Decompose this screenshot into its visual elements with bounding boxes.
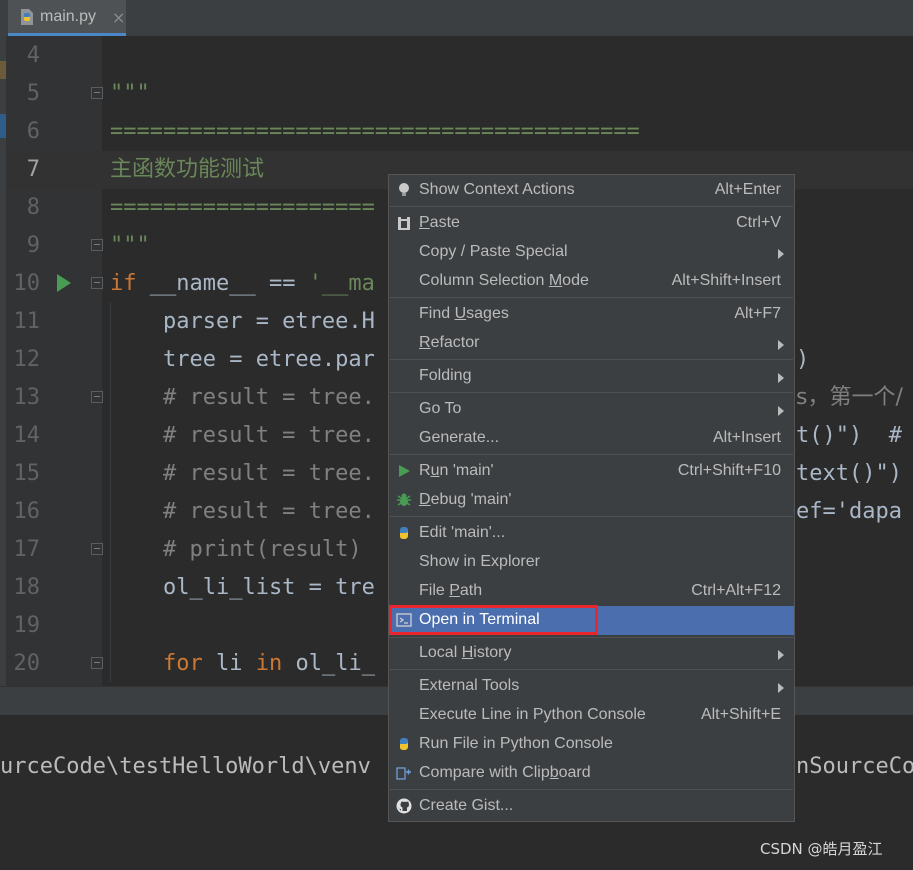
code-line-17: # print(result): [110, 537, 362, 562]
menu-item-generate[interactable]: Generate... Alt+Insert: [389, 424, 794, 453]
close-icon[interactable]: ×: [112, 8, 125, 27]
code-line-16: # result = tree.: [110, 499, 375, 524]
line-number: 4: [26, 43, 40, 68]
line-number: 9: [26, 233, 40, 258]
code-line-13: # result = tree.: [110, 385, 375, 410]
menu-item-run-file-python-console[interactable]: Run File in Python Console: [389, 730, 794, 759]
menu-item-folding[interactable]: Folding: [389, 362, 794, 391]
code-line-5: """: [110, 81, 150, 106]
menu-item-debug-main[interactable]: Debug 'main': [389, 486, 794, 515]
fold-marker-icon[interactable]: [91, 391, 103, 403]
line-number: 18: [13, 575, 41, 600]
line-number-current: 7: [26, 157, 40, 182]
tab-filename: main.py: [40, 8, 97, 25]
editor-context-menu: Show Context Actions Alt+Enter Paste Ctr…: [388, 174, 795, 822]
python-icon: [400, 527, 408, 539]
fold-marker-icon[interactable]: [91, 543, 103, 555]
submenu-arrow-icon: [778, 683, 784, 693]
code-line-12: tree = etree.par: [110, 347, 375, 372]
code-line-8: ====================: [110, 195, 375, 220]
code-line-14-tail: t()") #: [796, 423, 902, 448]
fold-marker-icon[interactable]: [91, 657, 103, 669]
submenu-arrow-icon: [778, 406, 784, 416]
code-line-18: ol_li_list = tre: [110, 575, 375, 600]
menu-item-edit-main[interactable]: Edit 'main'...: [389, 519, 794, 548]
highlight-annotation-box: [389, 605, 598, 635]
code-line-14: # result = tree.: [110, 423, 375, 448]
menu-item-compare-clipboard[interactable]: Compare with Clipboard: [389, 759, 794, 788]
line-number: 19: [13, 613, 41, 638]
submenu-arrow-icon: [778, 340, 784, 350]
run-gutter-icon[interactable]: [57, 274, 71, 292]
code-line-11: parser = etree.H: [110, 309, 375, 334]
code-line-12-tail: ): [796, 347, 810, 372]
code-line-13-tail: s，第一个/: [796, 385, 903, 410]
menu-item-run-main[interactable]: Run 'main' Ctrl+Shift+F10: [389, 457, 794, 486]
line-number: 11: [13, 309, 41, 334]
code-line-10: if __name__ == '__ma: [110, 271, 375, 296]
line-number: 15: [13, 461, 41, 486]
menu-item-find-usages[interactable]: Find Usages Alt+F7: [389, 300, 794, 329]
compare-icon: [396, 767, 411, 780]
code-line-6: ========================================: [110, 119, 640, 144]
fold-marker-icon[interactable]: [91, 87, 103, 99]
line-number: 10: [13, 271, 41, 296]
lightbulb-icon: [399, 183, 409, 196]
line-number: 14: [13, 423, 41, 448]
editor-tab-bar: main.py ×: [0, 0, 913, 37]
code-line-9: """: [110, 233, 150, 258]
menu-item-copy-paste-special[interactable]: Copy / Paste Special: [389, 238, 794, 267]
line-number: 13: [13, 385, 41, 410]
submenu-arrow-icon: [778, 650, 784, 660]
menu-item-refactor[interactable]: Refactor: [389, 329, 794, 358]
menu-item-paste[interactable]: Paste Ctrl+V: [389, 209, 794, 238]
menu-item-show-in-explorer[interactable]: Show in Explorer: [389, 548, 794, 577]
line-number: 12: [13, 347, 41, 372]
line-number: 6: [26, 119, 40, 144]
fold-marker-icon[interactable]: [91, 277, 103, 289]
run-icon: [399, 465, 410, 477]
menu-item-execute-line-python-console[interactable]: Execute Line in Python Console Alt+Shift…: [389, 701, 794, 730]
paste-icon: [398, 216, 410, 230]
menu-item-create-gist[interactable]: Create Gist...: [389, 792, 794, 821]
menu-item-external-tools[interactable]: External Tools: [389, 672, 794, 701]
fold-marker-icon[interactable]: [91, 239, 103, 251]
code-line-15: # result = tree.: [110, 461, 375, 486]
code-line-15-tail: text()"): [796, 461, 902, 486]
menu-item-local-history[interactable]: Local History: [389, 639, 794, 668]
line-number: 5: [26, 81, 40, 106]
menu-item-show-context-actions[interactable]: Show Context Actions Alt+Enter: [389, 176, 794, 205]
line-number: 8: [26, 195, 40, 220]
menu-item-go-to[interactable]: Go To: [389, 395, 794, 424]
debug-bug-icon: [397, 493, 411, 506]
tab-main-py[interactable]: main.py ×: [8, 0, 126, 36]
submenu-arrow-icon: [778, 249, 784, 259]
code-line-7: 主函数功能测试: [110, 157, 265, 182]
watermark: CSDN @皓月盈江: [760, 840, 883, 858]
line-number: 16: [13, 499, 41, 524]
line-number: 17: [13, 537, 41, 562]
submenu-arrow-icon: [778, 373, 784, 383]
terminal-text-right: nSourceCo: [796, 754, 913, 779]
line-number: 20: [13, 651, 41, 676]
python-file-icon: [21, 9, 33, 25]
menu-item-column-selection-mode[interactable]: Column Selection Mode Alt+Shift+Insert: [389, 267, 794, 296]
terminal-text-left: urceCode\testHelloWorld\venv: [0, 754, 371, 779]
github-icon: [396, 798, 412, 814]
code-line-20: li for li in ol_li_: [162, 651, 375, 676]
python-icon: [400, 738, 408, 750]
menu-item-file-path[interactable]: File Path Ctrl+Alt+F12: [389, 577, 794, 606]
code-line-16-tail: ef='dapa: [796, 499, 902, 524]
